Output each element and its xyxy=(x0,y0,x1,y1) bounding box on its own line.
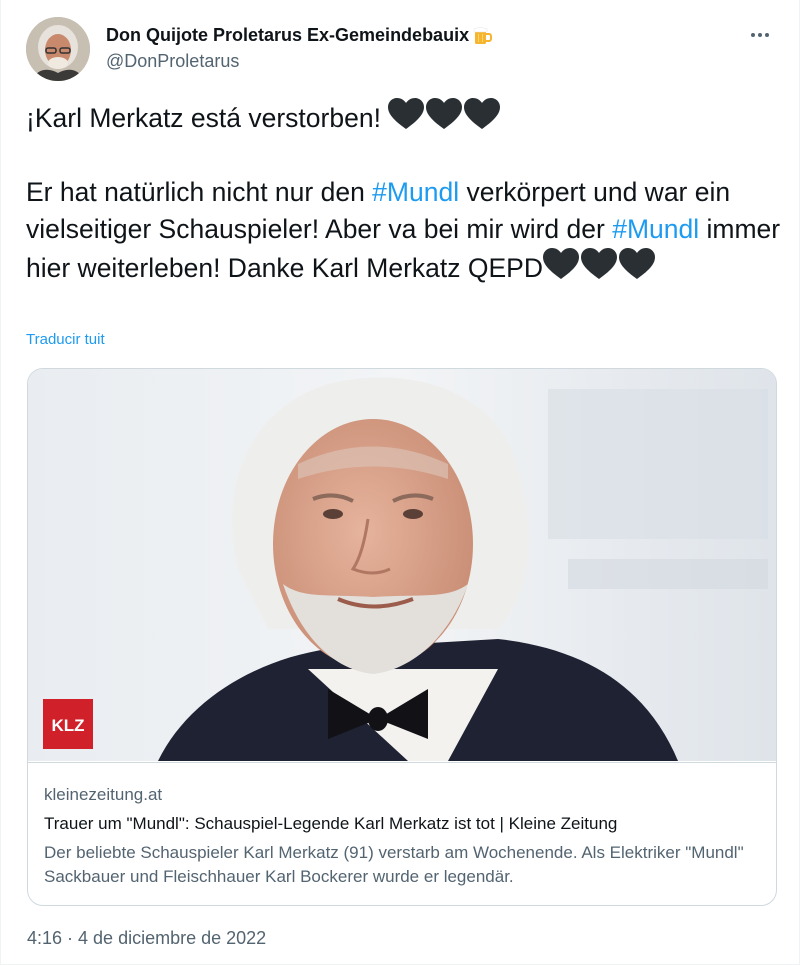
black-heart-icon xyxy=(619,248,655,280)
black-heart-icon xyxy=(464,98,500,130)
tweet-text: ¡Karl Merkatz está verstorben! Er hat na… xyxy=(26,98,786,287)
hashtag-link[interactable]: #Mundl xyxy=(612,214,699,244)
more-options-button[interactable] xyxy=(746,21,774,49)
card-domain: kleinezeitung.at xyxy=(44,785,163,804)
klz-logo-text: KLZ xyxy=(51,716,84,735)
card-title: Trauer um "Mundl": Schauspiel-Legende Ka… xyxy=(44,814,618,833)
hearts-group-2 xyxy=(543,248,657,280)
left-border xyxy=(0,0,1,965)
translate-tweet-link[interactable]: Traducir tuit xyxy=(26,331,105,348)
card-description: Der beliebte Schauspieler Karl Merkatz (… xyxy=(44,843,744,886)
black-heart-icon xyxy=(581,248,617,280)
black-heart-icon xyxy=(543,248,579,280)
avatar[interactable] xyxy=(26,17,90,81)
tweet-paragraph-2: Er hat natürlich nicht nur den #Mundl ve… xyxy=(26,177,781,283)
card-info[interactable]: kleinezeitung.at Trauer um "Mundl": Scha… xyxy=(28,762,776,905)
more-horizontal-icon xyxy=(751,33,755,37)
hearts-group-1 xyxy=(388,98,502,130)
display-name[interactable]: Don Quijote Proletarus Ex-Gemeindebauix xyxy=(106,25,469,46)
hashtag-link[interactable]: #Mundl xyxy=(372,177,459,207)
tweet-line-1: ¡Karl Merkatz está verstorben! xyxy=(26,98,786,137)
card-image[interactable]: KLZ xyxy=(28,369,776,761)
name-row: Don Quijote Proletarus Ex-Gemeindebauix xyxy=(106,25,493,46)
black-heart-icon xyxy=(426,98,462,130)
black-heart-icon xyxy=(388,98,424,130)
tweet-header: Don Quijote Proletarus Ex-Gemeindebauix … xyxy=(26,17,780,81)
user-handle[interactable]: @DonProletarus xyxy=(106,51,239,72)
beer-mug-icon xyxy=(473,26,493,44)
link-card[interactable]: KLZ kleinezeitung.at Trauer um "Mundl": … xyxy=(27,368,777,906)
tweet-timestamp[interactable]: 4:16 · 4 de diciembre de 2022 xyxy=(27,928,266,949)
